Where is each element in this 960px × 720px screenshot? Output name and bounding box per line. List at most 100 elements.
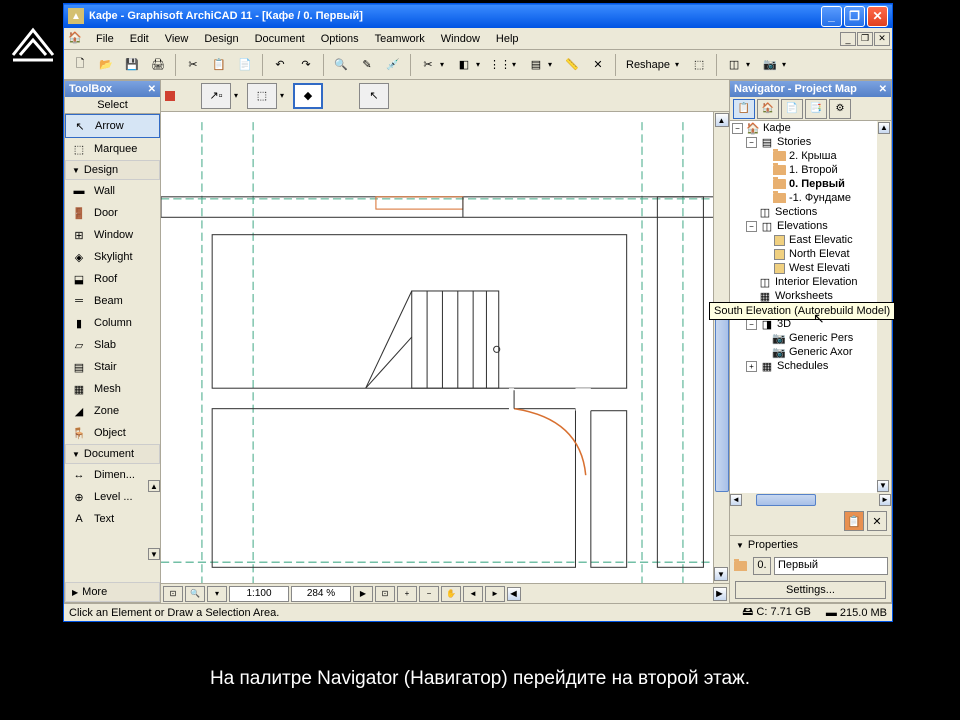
project-map-tab[interactable]: 📋 xyxy=(733,99,755,119)
prev-view[interactable]: ◄ xyxy=(463,586,483,602)
expand-icon[interactable]: − xyxy=(746,221,757,232)
navigator-close[interactable]: ✕ xyxy=(879,84,887,95)
scroll-left[interactable]: ◄ xyxy=(507,587,521,601)
tree-interior[interactable]: ◫Interior Elevation xyxy=(730,275,891,289)
scroll-thumb-v[interactable] xyxy=(715,312,729,492)
tool-zone[interactable]: ◢Zone xyxy=(65,400,160,422)
menu-edit[interactable]: Edit xyxy=(122,31,157,47)
quick-options-1[interactable]: ⊡ xyxy=(163,586,183,602)
quick-options-3[interactable]: ▾ xyxy=(207,586,227,602)
scroll-up-button[interactable]: ▲ xyxy=(715,113,729,127)
scroll-up[interactable]: ▲ xyxy=(148,480,160,492)
menu-file[interactable]: File xyxy=(88,31,122,47)
dropdown-arrow-icon[interactable]: ▾ xyxy=(746,60,756,69)
expand-icon[interactable]: − xyxy=(746,319,757,330)
tree-perspective[interactable]: 📷Generic Pers xyxy=(730,331,891,345)
find-button[interactable]: 🔍 xyxy=(329,53,353,77)
tool-object[interactable]: 🪑Object xyxy=(65,422,160,444)
menu-document[interactable]: Document xyxy=(247,31,313,47)
tool-column[interactable]: ▮Column xyxy=(65,312,160,334)
nav-scroll-down[interactable]: ▼ xyxy=(877,480,889,492)
tool-marquee[interactable]: ⬚ Marquee xyxy=(65,138,160,160)
fit-button[interactable]: ⊡ xyxy=(375,586,395,602)
infobox-close[interactable] xyxy=(165,91,175,101)
save-button[interactable]: 💾 xyxy=(120,53,144,77)
menu-view[interactable]: View xyxy=(157,31,197,47)
tree-east-elev[interactable]: East Elevatic xyxy=(730,233,891,247)
next-view[interactable]: ► xyxy=(485,586,505,602)
publisher-tab[interactable]: 📑 xyxy=(805,99,827,119)
zoom-out-button[interactable]: − xyxy=(419,586,439,602)
pan-button[interactable]: ✋ xyxy=(441,586,461,602)
expand-icon[interactable]: + xyxy=(746,361,757,372)
tree-story-2[interactable]: 2. Крыша xyxy=(730,149,891,163)
mdi-minimize[interactable]: _ xyxy=(840,32,856,46)
menu-design[interactable]: Design xyxy=(196,31,246,47)
tool-level[interactable]: ⊕Level ... xyxy=(65,486,160,508)
design-section[interactable]: ▼ Design xyxy=(65,160,160,180)
copy-button[interactable]: 📋 xyxy=(207,53,231,77)
tree-story-0[interactable]: 0. Первый xyxy=(730,177,891,191)
tree-axonometry[interactable]: 📷Generic Axor xyxy=(730,345,891,359)
redo-button[interactable]: ↷ xyxy=(294,53,318,77)
paste-button[interactable]: 📄 xyxy=(233,53,257,77)
mdi-restore[interactable]: ❐ xyxy=(857,32,873,46)
dropdown-arrow-icon[interactable]: ▾ xyxy=(548,60,558,69)
zoom-play[interactable]: ▶ xyxy=(353,586,373,602)
canvas-scrollbar-v[interactable]: ▲ ▼ xyxy=(713,112,729,583)
nav-scroll-thumb-h[interactable] xyxy=(756,494,816,506)
document-section[interactable]: ▼Document xyxy=(65,444,160,464)
canvas-scrollbar-h[interactable] xyxy=(523,587,711,601)
tool-slab[interactable]: ▱Slab xyxy=(65,334,160,356)
tree-sections[interactable]: ◫Sections xyxy=(730,205,891,219)
tool-mesh[interactable]: ▦Mesh xyxy=(65,378,160,400)
scroll-down[interactable]: ▼ xyxy=(148,548,160,560)
nav-scroll-up[interactable]: ▲ xyxy=(878,122,890,134)
zoom-input[interactable] xyxy=(291,586,351,602)
tool-roof[interactable]: ⬓Roof xyxy=(65,268,160,290)
tool-window[interactable]: ⊞Window xyxy=(65,224,160,246)
maximize-button[interactable]: ❐ xyxy=(844,6,865,27)
new-button[interactable]: 🗋 xyxy=(68,53,92,77)
dropdown-arrow-icon[interactable]: ▾ xyxy=(280,91,290,100)
reshape-button[interactable]: Reshape xyxy=(621,59,675,71)
menu-teamwork[interactable]: Teamwork xyxy=(367,31,433,47)
layer-button[interactable]: ▤ xyxy=(524,53,548,77)
tree-story-neg1[interactable]: -1. Фундаме xyxy=(730,191,891,205)
undo-button[interactable]: ↶ xyxy=(268,53,292,77)
menu-help[interactable]: Help xyxy=(488,31,527,47)
expand-icon[interactable]: − xyxy=(746,137,757,148)
open-button[interactable]: 📂 xyxy=(94,53,118,77)
close-button[interactable]: ✕ xyxy=(867,6,888,27)
dropdown-arrow-icon[interactable]: ▾ xyxy=(234,91,244,100)
scroll-down-button[interactable]: ▼ xyxy=(714,567,728,581)
geometry-method-1[interactable]: ↗▫ xyxy=(201,83,231,109)
toolbox-close[interactable]: ✕ xyxy=(148,84,156,95)
tool-skylight[interactable]: ◈Skylight xyxy=(65,246,160,268)
nav-scroll-left[interactable]: ◄ xyxy=(730,494,742,506)
minimize-button[interactable]: _ xyxy=(821,6,842,27)
edit-button[interactable]: ⬚ xyxy=(687,53,711,77)
menu-window[interactable]: Window xyxy=(433,31,488,47)
trim-button[interactable]: ✂ xyxy=(416,53,440,77)
syringe-button[interactable]: 💉 xyxy=(381,53,405,77)
cut-button[interactable]: ✂ xyxy=(181,53,205,77)
tool-beam[interactable]: ═Beam xyxy=(65,290,160,312)
properties-header[interactable]: ▼ Properties xyxy=(730,535,891,554)
tool-dimension[interactable]: ↔Dimen... xyxy=(65,464,160,486)
mdi-close[interactable]: ✕ xyxy=(874,32,890,46)
tree-schedules[interactable]: +▦Schedules xyxy=(730,359,891,373)
dropdown-arrow-icon[interactable]: ▾ xyxy=(476,60,486,69)
quick-options-2[interactable]: 🔍 xyxy=(185,586,205,602)
tool-door[interactable]: 🚪Door xyxy=(65,202,160,224)
tree-west-elev[interactable]: West Elevati xyxy=(730,261,891,275)
tree-worksheets[interactable]: ▦Worksheets xyxy=(730,289,891,303)
nav-scrollbar-h[interactable]: ◄ ► xyxy=(730,493,891,507)
scale-input[interactable] xyxy=(229,586,289,602)
tree-root[interactable]: −🏠Кафе xyxy=(730,121,891,135)
new-view-button[interactable]: 📋 xyxy=(844,511,864,531)
print-button[interactable]: 🖨 xyxy=(146,53,170,77)
arrow-mode[interactable]: ↖ xyxy=(359,83,389,109)
grid-icon-button[interactable]: ⋮⋮ xyxy=(488,53,512,77)
measure-button[interactable]: 📏 xyxy=(560,53,584,77)
